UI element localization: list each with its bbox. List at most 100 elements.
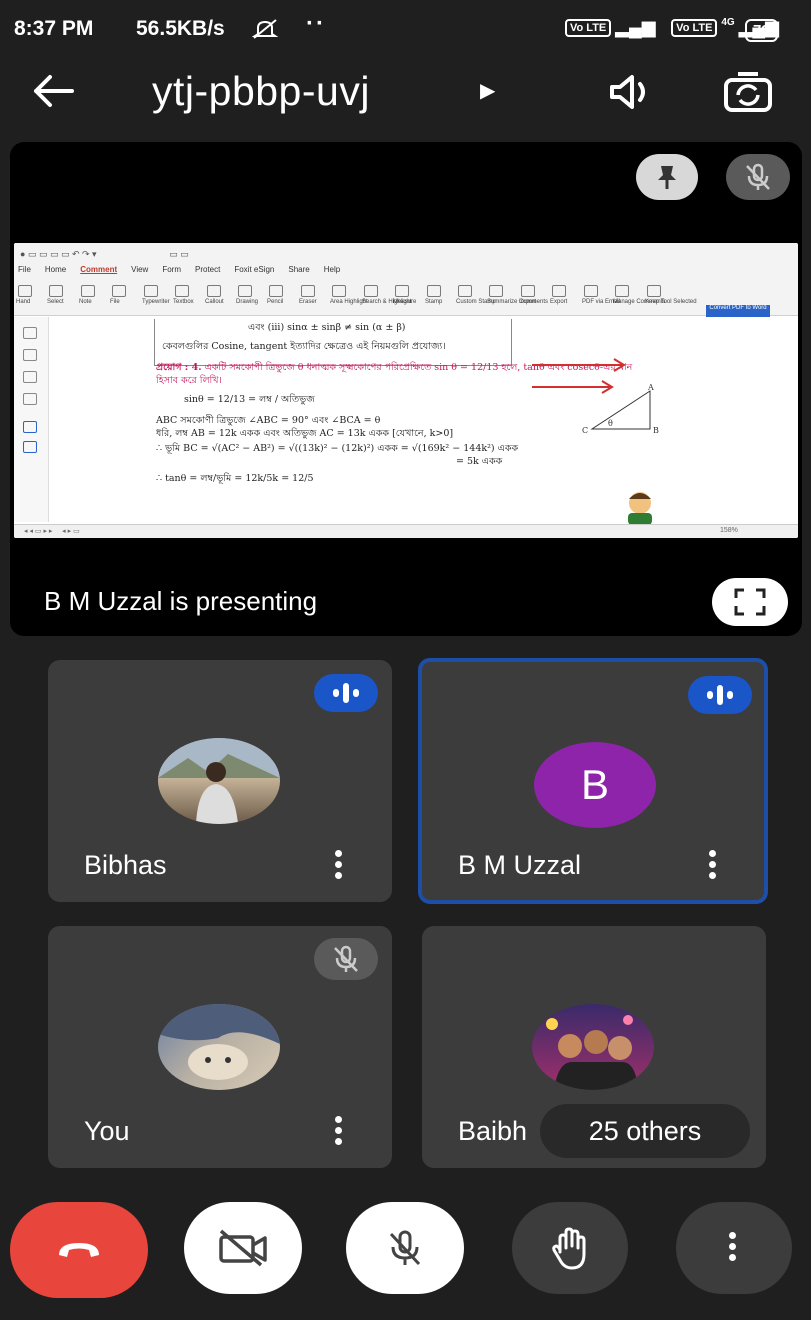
mic-off-icon [334,945,358,972]
participant-tile-you[interactable]: You [48,926,392,1168]
reader-tool-label: Import [519,299,537,305]
reader-tool-label: Select [47,299,64,305]
mic-toggle-button[interactable] [346,1202,464,1294]
reader-tool-icon [207,285,221,297]
back-arrow-icon[interactable] [32,74,74,108]
raise-hand-icon [552,1227,586,1270]
reader-tab: Home [44,265,67,274]
fullscreen-button[interactable] [712,578,788,626]
cartoon-figure [628,492,652,525]
reader-tool-icon [112,285,126,297]
reader-tool-icon [301,285,315,297]
vertex-b-label: B [653,426,659,435]
reader-tool-icon [269,285,283,297]
reader-tool-label: Drawing [236,299,259,305]
reader-tool-icon [144,285,158,297]
shared-screen: ● ▭ ▭ ▭ ▭ ↶ ↷ ▾ ▭ ▭ File Home Comment View F… [14,243,798,538]
battery-indicator: 79 [745,19,778,42]
end-call-button[interactable] [10,1202,148,1298]
vertex-c-label: C [582,426,588,435]
theta-label: θ [608,419,613,428]
more-vert-icon[interactable] [335,850,345,883]
reader-tool-label: File [110,299,120,305]
eq-line-6: ∴ tanθ = লম্ব/ভূমি = 12k/5k = 12/5 [156,473,314,484]
mic-off-icon [746,163,770,190]
reader-tool-icon [332,285,346,297]
more-vert-icon[interactable] [709,850,719,883]
eq-line-2: ABC সমকোণী ত্রিভুজে ∠ABC = 90° এবং ∠BCA … [156,415,381,426]
reader-tool-icon [489,285,503,297]
participant-name: You [84,1116,130,1146]
presenter-mic-status [726,154,790,200]
reader-tool-icon [364,285,378,297]
speaking-indicator [314,674,378,712]
reader-tab: Form [162,265,181,274]
reader-tool-strip: Hand Select Note File Typewriter Textbox Callo… [16,281,794,311]
reader-tool-icon [615,285,629,297]
reader-statusbar: ◂ ◂ ▭ ▸ ▸ ◂ ▸ ▭ 158% [14,524,798,538]
camera-off-icon [219,1229,267,1267]
others-count[interactable]: 25 others [540,1104,750,1158]
camera-switch-icon[interactable] [722,70,778,114]
reader-tab: File [18,265,31,274]
fullscreen-icon [734,588,766,616]
reader-tool-label: Measure [393,299,417,305]
reader-tab: Share [288,265,310,274]
participant-name: B M Uzzal [458,850,582,880]
avatar [532,1004,654,1090]
pin-icon [658,166,676,189]
participant-tile-bibhas[interactable]: Bibhas [48,660,392,902]
reader-tab: Help [323,265,341,274]
reader-toolbar: ● ▭ ▭ ▭ ▭ ↶ ↷ ▾ ▭ ▭ File Home Comment View F… [14,243,798,317]
reader-tool-icon [584,285,598,297]
mic-muted-badge [314,938,378,980]
avatar [158,1004,280,1090]
avatar [158,738,280,824]
reader-sidebar [14,317,49,522]
doc-line-2: কেবলগুলির Cosine, tangent ইত্যাদির ক্ষেত… [162,341,446,352]
reader-tool-label: Hand [16,299,31,305]
reader-tool-label: Stamp [425,299,443,305]
reader-tool-icon [521,285,535,297]
reader-tool-label: Pencil [267,299,284,305]
meeting-code[interactable]: ytj-pbbp-uvj [152,68,370,115]
eq-line-3: ধরি, লম্ব AB = 12k একক এবং অতিভুজ AC = 1… [156,428,454,439]
reader-tool-icon [175,285,189,297]
signal-bars-icon: ▂▄▆ [615,17,656,37]
more-vert-icon[interactable] [335,1116,345,1149]
status-time: 8:37 PM [14,17,94,40]
status-bar: 8:37 PM 56.5KB/s ·· Vo LTE ▂▄▆ Vo LTE 4G… [0,0,811,60]
participant-name: Bibhas [84,850,167,880]
convert-button: Convert PDF to Word [706,305,770,317]
camera-toggle-button[interactable] [184,1202,302,1294]
reader-tabs: File Home Comment View Form Protect Foxit eSig… [18,265,354,274]
avatar-initial: B [534,742,656,828]
reader-tool-icon [18,285,32,297]
document-page: এবং (iii) sinα ± sinβ ≠ sin (α ± β) কেবল… [156,321,632,485]
reader-tool-icon [552,285,566,297]
pin-button[interactable] [636,154,698,200]
speaking-indicator [688,676,752,714]
speaker-icon[interactable] [608,72,658,112]
network-type: 4G [721,17,735,28]
reader-tool-label: Export [550,299,568,305]
reader-tool-label: Typewriter [142,299,170,305]
mic-off-icon [389,1230,421,1266]
network-speed: 56.5KB/s [136,17,225,40]
reader-tool-icon [647,285,661,297]
more-vert-icon [729,1231,739,1265]
raise-hand-button[interactable] [512,1202,628,1294]
reader-tool-icon [81,285,95,297]
eq-line-5: = 5k একক [456,456,503,467]
example-heading: প্রয়োগ : 4. [156,362,202,373]
more-options-button[interactable] [676,1202,792,1294]
participant-tile-bm-uzzal[interactable]: B B M Uzzal [418,658,768,904]
reader-titlebar: ● ▭ ▭ ▭ ▭ ↶ ↷ ▾ ▭ ▭ [20,249,189,259]
reader-tool-label: Note [79,299,92,305]
caret-right-icon[interactable]: ▶ [480,78,495,103]
reader-tool-icon [395,285,409,297]
zoom-level: 158% [720,527,738,534]
eq-line-4: ∴ ভূমি BC = √(AC² − AB²) = √((13k)² − (1… [156,443,519,454]
notifications-off-icon [252,19,279,39]
reader-tool-icon [458,285,472,297]
